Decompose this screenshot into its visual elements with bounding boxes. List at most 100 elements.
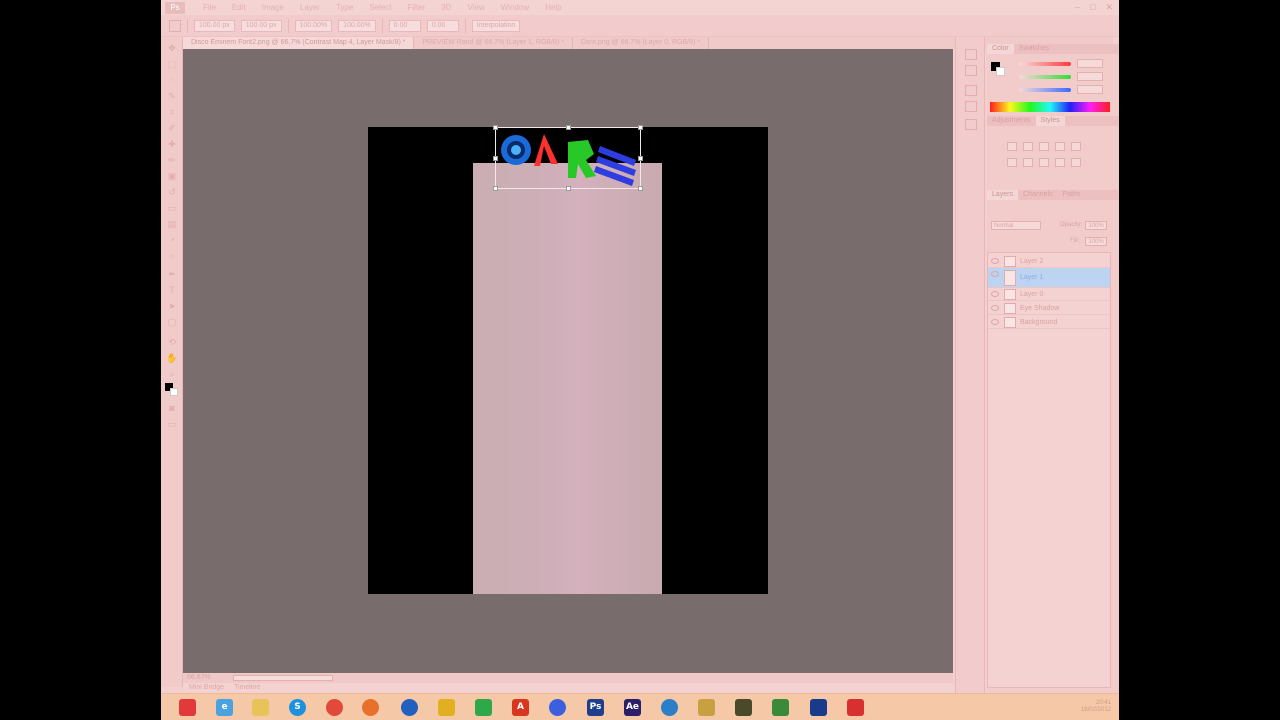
tab-disco-eminem-font[interactable]: Disco Eminem Font2.png @ 66.7% (Contrast… [183, 37, 415, 49]
move-tool-icon[interactable]: ✥ [166, 43, 178, 54]
tab-timeline[interactable]: Timeline [234, 683, 260, 693]
quick-select-tool-icon[interactable]: ✎ [166, 91, 178, 102]
hand-tool-icon[interactable]: ✋ [166, 353, 178, 364]
tab-layers[interactable]: Layers [987, 190, 1019, 200]
transform-handle[interactable] [566, 186, 571, 191]
opacity-field[interactable]: 100% [1085, 221, 1107, 230]
shape-tool-icon[interactable]: ▢ [166, 317, 178, 328]
transform-handle[interactable] [638, 186, 643, 191]
marquee-tool-icon[interactable]: ⬚ [166, 59, 178, 70]
firefox-icon[interactable] [362, 699, 379, 716]
screen-mode-icon[interactable]: ▭ [166, 419, 178, 430]
layer-row-selected[interactable]: Layer 1 [988, 268, 1110, 288]
red-value-field[interactable] [1077, 59, 1103, 68]
history-panel-icon[interactable] [965, 49, 977, 60]
menu-image[interactable]: Image [254, 3, 292, 12]
menu-layer[interactable]: Layer [292, 3, 328, 12]
transform-handle[interactable] [493, 156, 498, 161]
browser-icon[interactable] [401, 699, 418, 716]
menu-type[interactable]: Type [328, 3, 361, 12]
menu-filter[interactable]: Filter [400, 3, 434, 12]
rotate-field[interactable]: 0.00 [388, 19, 421, 32]
tab-adjustments[interactable]: Adjustments [987, 116, 1036, 126]
dodge-tool-icon[interactable]: ○ [166, 251, 178, 262]
internet-explorer-icon[interactable]: e [216, 699, 233, 716]
notes-icon[interactable] [438, 699, 455, 716]
menu-help[interactable]: Help [537, 3, 569, 12]
3d-rotate-tool-icon[interactable]: ⟲ [166, 337, 178, 348]
skype-icon[interactable]: S [289, 699, 306, 716]
globe-icon[interactable] [661, 699, 678, 716]
adjustment-icon[interactable] [1023, 142, 1033, 151]
menu-select[interactable]: Select [361, 3, 399, 12]
fill-field[interactable]: 100% [1085, 237, 1107, 246]
transform-handle[interactable] [493, 125, 498, 130]
green-value-field[interactable] [1077, 72, 1103, 81]
y-position-field[interactable]: 100.00 px [240, 19, 282, 32]
tab-styles[interactable]: Styles [1035, 116, 1065, 126]
file-explorer-icon[interactable] [252, 699, 269, 716]
red-slider[interactable] [1019, 62, 1071, 66]
type-tool-icon[interactable]: T [166, 285, 178, 296]
tool-app-icon[interactable] [698, 699, 715, 716]
transform-handle[interactable] [638, 156, 643, 161]
x-position-field[interactable]: 100.00 px [194, 19, 235, 32]
media-player-icon[interactable] [810, 699, 827, 716]
menu-3d[interactable]: 3D [433, 3, 459, 12]
adjustment-icon[interactable] [1071, 158, 1081, 167]
layer-row[interactable]: Background [988, 316, 1110, 329]
tab-channels[interactable]: Channels [1018, 190, 1058, 200]
brush-tool-icon[interactable]: ✏ [166, 155, 178, 166]
width-field[interactable]: 100.00% [294, 19, 333, 32]
lasso-tool-icon[interactable]: ◌ [166, 75, 178, 86]
tab-dare-png[interactable]: Dare.png @ 66.7% (Layer 0, RGB/8) * [573, 37, 709, 49]
blend-mode-select[interactable]: Normal [991, 221, 1041, 230]
eyedropper-tool-icon[interactable]: ✐ [166, 123, 178, 134]
background-color-chip[interactable] [996, 67, 1005, 76]
chrome-icon[interactable] [326, 699, 343, 716]
actions-panel-icon[interactable] [965, 65, 977, 76]
adjustment-icon[interactable] [1055, 142, 1065, 151]
adjustment-icon[interactable] [1007, 158, 1017, 167]
adjustment-icon[interactable] [1039, 142, 1049, 151]
recycle-icon[interactable] [772, 699, 789, 716]
maximize-button[interactable]: □ [1090, 2, 1095, 13]
path-select-tool-icon[interactable]: ➤ [166, 301, 178, 312]
photoshop-icon[interactable]: Ps [587, 699, 604, 716]
close-button[interactable]: ✕ [1105, 2, 1113, 13]
pink-layer-rectangle[interactable] [473, 163, 662, 594]
horizontal-scrollbar[interactable] [233, 675, 333, 681]
tab-mini-bridge[interactable]: Mini Bridge [189, 683, 224, 693]
eye-icon[interactable] [991, 305, 999, 311]
eraser-tool-icon[interactable]: ▭ [166, 203, 178, 214]
transform-handle[interactable] [566, 125, 571, 130]
pen-tool-icon[interactable]: ✒ [166, 269, 178, 280]
eye-icon[interactable] [991, 319, 999, 325]
green-slider[interactable] [1019, 75, 1071, 79]
reference-point-icon[interactable] [169, 19, 181, 32]
background-color-swatch[interactable] [170, 388, 178, 396]
transform-handle[interactable] [493, 186, 498, 191]
h-skew-field[interactable]: 0.00 [426, 19, 459, 32]
tab-color[interactable]: Color [987, 44, 1014, 54]
tab-swatches[interactable]: Swatches [1014, 44, 1054, 54]
menu-window[interactable]: Window [493, 3, 537, 12]
adobe-icon[interactable] [847, 699, 864, 716]
paragraph-panel-icon[interactable] [965, 101, 977, 112]
history-brush-tool-icon[interactable]: ↺ [166, 187, 178, 198]
blue-slider[interactable] [1019, 88, 1071, 92]
adjustment-icon[interactable] [1055, 158, 1065, 167]
stamp-tool-icon[interactable]: ▣ [166, 171, 178, 182]
blur-tool-icon[interactable]: ◔ [166, 235, 178, 246]
eye-icon[interactable] [991, 258, 999, 264]
adjustment-icon[interactable] [1023, 158, 1033, 167]
menu-view[interactable]: View [460, 3, 493, 12]
tab-preview-rand[interactable]: PREVIEW Rand @ 66.7% (Layer 1, RGB/8) * [414, 37, 573, 49]
zoom-level[interactable]: 66.67% [187, 673, 211, 683]
menu-edit[interactable]: Edit [224, 3, 254, 12]
crop-tool-icon[interactable]: ⌗ [166, 107, 178, 118]
blue-value-field[interactable] [1077, 85, 1103, 94]
layer-row[interactable]: Eye Shadow [988, 302, 1110, 315]
color-spectrum-bar[interactable] [990, 102, 1110, 112]
height-field[interactable]: 100.00% [338, 19, 376, 32]
